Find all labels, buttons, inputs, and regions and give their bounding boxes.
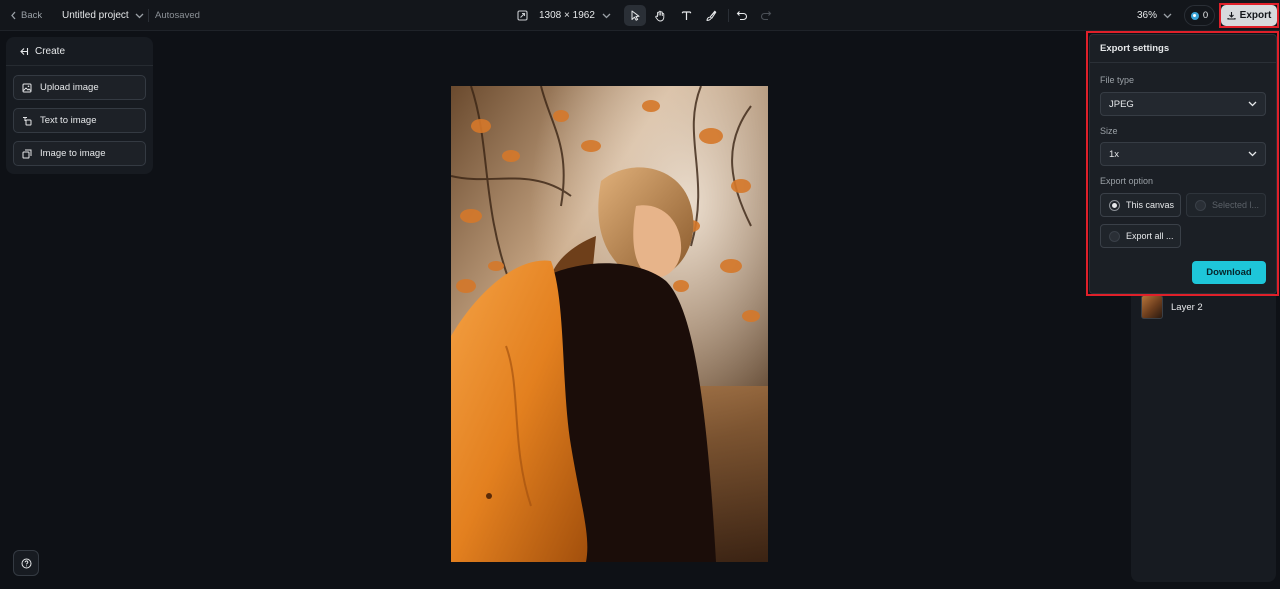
redo-icon: [760, 10, 772, 21]
layer-item[interactable]: Layer 2: [1141, 295, 1203, 319]
download-icon: [1227, 11, 1236, 20]
this-canvas-label: This canvas: [1126, 200, 1175, 210]
back-label: Back: [21, 10, 43, 21]
text-to-image-icon: [22, 116, 32, 126]
chevron-left-icon: [10, 11, 17, 20]
this-canvas-option[interactable]: This canvas: [1100, 193, 1181, 217]
upload-image-button[interactable]: Upload image: [13, 75, 146, 100]
cursor-icon: [630, 10, 641, 21]
portrait-photo: [451, 86, 768, 562]
selected-layers-option: Selected l...: [1186, 193, 1266, 217]
text-icon: [681, 10, 692, 21]
export-option-label: Export option: [1100, 176, 1154, 186]
export-button[interactable]: Export: [1221, 5, 1277, 26]
chevron-down-icon: [135, 13, 144, 19]
layers-panel: Layer 2: [1131, 280, 1276, 582]
create-panel: Create Upload image Text to image Image …: [6, 37, 153, 174]
upload-image-icon: [22, 83, 32, 93]
brush-tool-button[interactable]: [700, 5, 722, 26]
arrow-left-bar-icon: [19, 47, 29, 56]
export-all-option[interactable]: Export all ...: [1100, 224, 1181, 248]
credits-count: 0: [1202, 10, 1209, 21]
export-settings-popover: Export settings File type JPEG Size 1x E…: [1089, 34, 1277, 294]
size-select[interactable]: 1x: [1100, 142, 1266, 166]
image-to-image-icon: [22, 149, 32, 159]
image-to-image-label: Image to image: [40, 148, 106, 159]
selected-layers-label: Selected l...: [1212, 200, 1260, 210]
autosave-status: Autosaved: [155, 10, 200, 21]
hand-icon: [654, 10, 666, 22]
brush-icon: [705, 10, 717, 22]
undo-button[interactable]: [731, 5, 753, 26]
file-type-select[interactable]: JPEG: [1100, 92, 1266, 116]
chevron-down-icon: [1248, 151, 1257, 157]
credits-badge[interactable]: 0: [1184, 5, 1215, 26]
top-toolbar: Back Untitled project Autosaved 1308 × 1…: [0, 0, 1280, 31]
create-title: Create: [35, 45, 66, 57]
download-button[interactable]: Download: [1192, 261, 1266, 284]
radio-checked-icon: [1109, 199, 1120, 211]
select-tool-button[interactable]: [624, 5, 646, 26]
divider: [148, 9, 149, 22]
project-name: Untitled project: [62, 10, 129, 21]
divider: [728, 9, 729, 22]
layer-label: Layer 2: [1171, 301, 1203, 313]
radio-disabled-icon: [1195, 199, 1206, 211]
size-label: Size: [1100, 126, 1118, 136]
file-type-value: JPEG: [1109, 98, 1134, 110]
hand-tool-button[interactable]: [649, 5, 671, 26]
file-type-label: File type: [1100, 75, 1135, 85]
back-button[interactable]: Back: [10, 0, 42, 31]
chevron-down-icon: [1163, 13, 1172, 19]
undo-icon: [736, 10, 748, 21]
project-name-dropdown[interactable]: Untitled project: [62, 0, 144, 31]
zoom-dropdown[interactable]: 36%: [1137, 0, 1172, 31]
size-value: 1x: [1109, 148, 1120, 160]
question-mark-icon: [21, 558, 32, 569]
help-button[interactable]: [13, 550, 39, 576]
export-label: Export: [1239, 10, 1272, 21]
image-to-image-button[interactable]: Image to image: [13, 141, 146, 166]
layer-thumbnail: [1141, 295, 1163, 319]
export-all-label: Export all ...: [1126, 231, 1174, 241]
radio-unchecked-icon: [1109, 230, 1120, 242]
chevron-down-icon: [1248, 101, 1257, 107]
text-to-image-button[interactable]: Text to image: [13, 108, 146, 133]
create-panel-header[interactable]: Create: [6, 37, 153, 66]
credit-coin-icon: [1190, 11, 1199, 20]
zoom-value: 36%: [1137, 10, 1158, 21]
text-to-image-label: Text to image: [40, 115, 97, 126]
redo-button[interactable]: [755, 5, 777, 26]
canvas-image[interactable]: [451, 86, 768, 562]
canvas-size-value: 1308 × 1962: [539, 10, 595, 21]
upload-image-label: Upload image: [40, 82, 99, 93]
text-tool-button[interactable]: [675, 5, 697, 26]
export-settings-title: Export settings: [1090, 35, 1276, 63]
canvas-size-dropdown[interactable]: 1308 × 1962: [539, 0, 611, 31]
chevron-down-icon: [602, 13, 611, 19]
resize-canvas-icon[interactable]: [515, 0, 529, 31]
